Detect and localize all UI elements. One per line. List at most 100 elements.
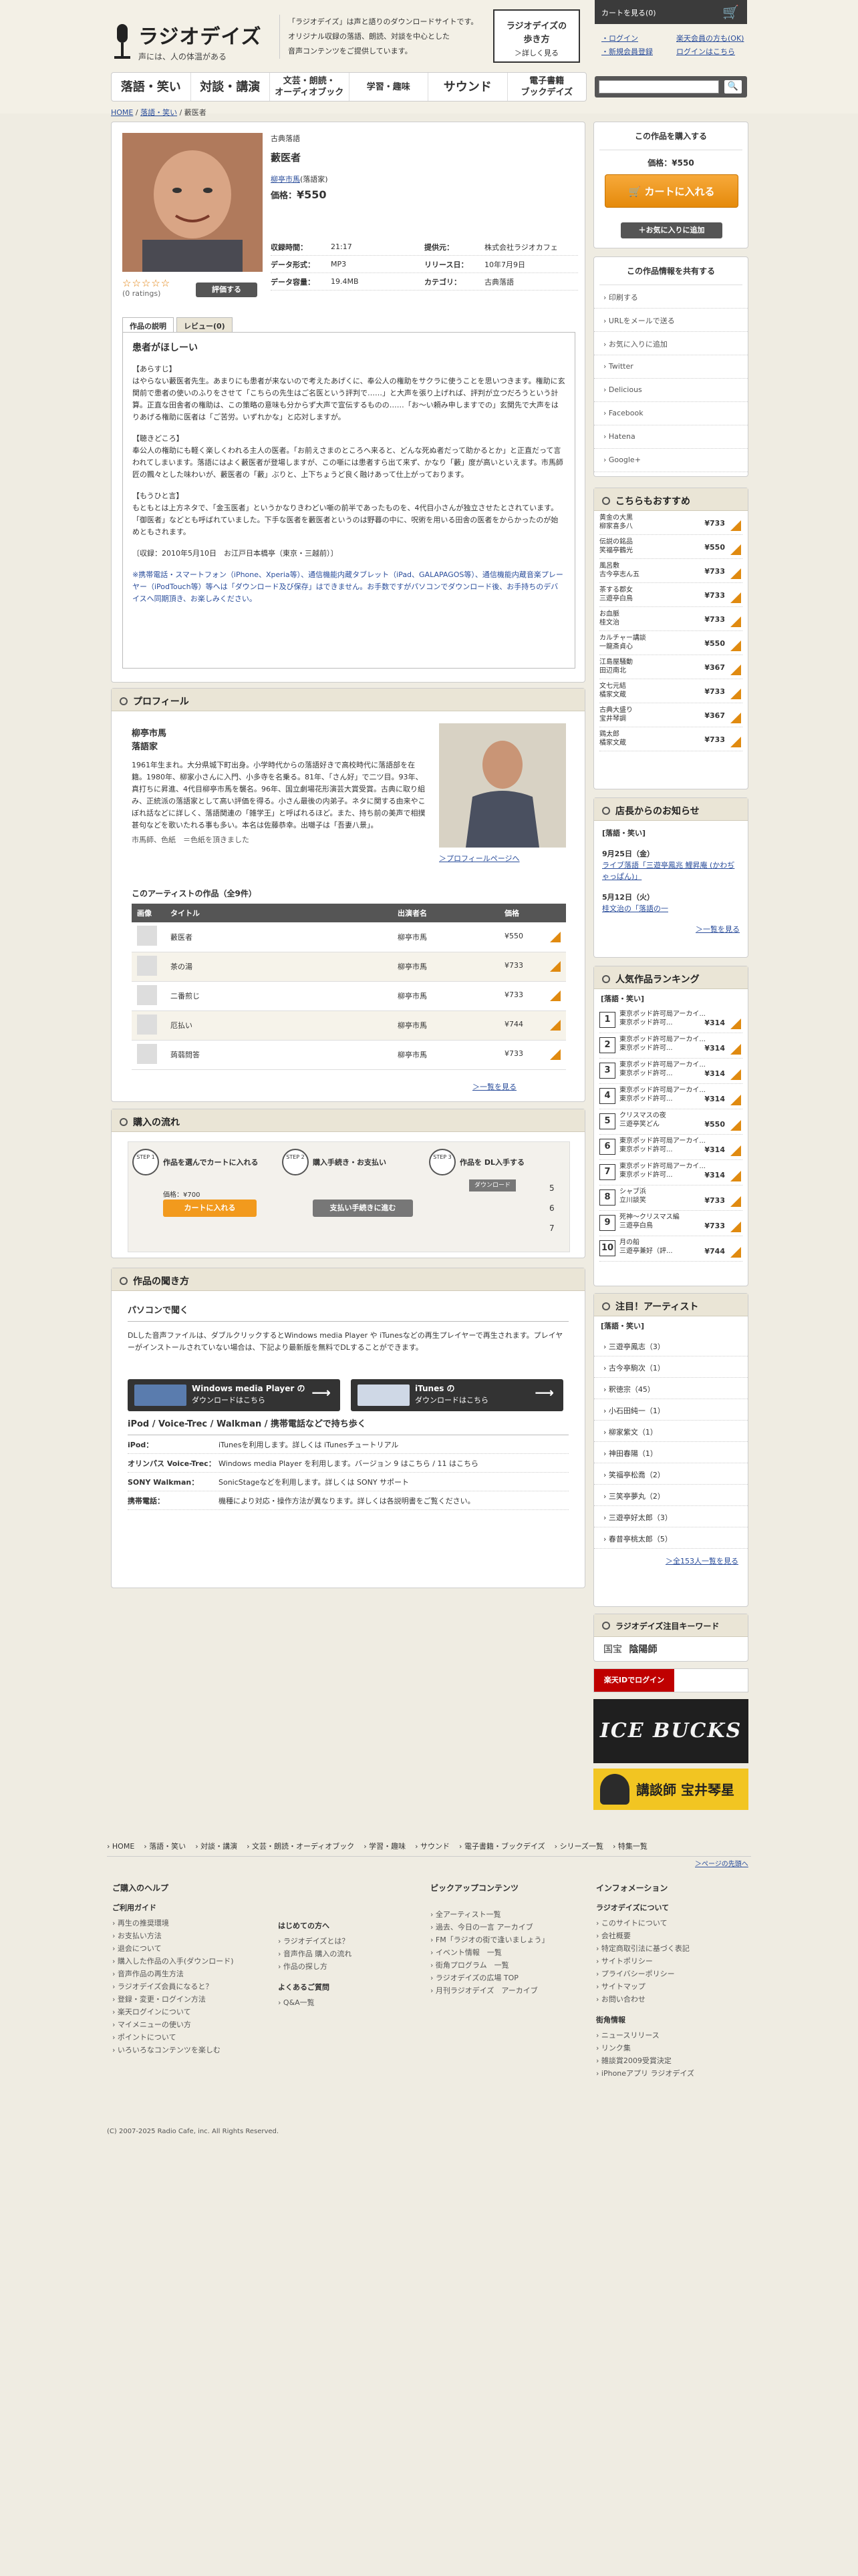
list-item[interactable]: 鶏太郎 橘家文蔵 ¥733 (599, 727, 742, 751)
footer-nav-item[interactable]: › 特集一覧 (613, 1842, 648, 1851)
nav-item[interactable]: 落語・笑い (112, 73, 191, 101)
breadcrumb-category[interactable]: 落語・笑い (140, 108, 177, 117)
work-title[interactable]: 蒟蒻問答 (165, 1040, 392, 1070)
footer-nav-item[interactable]: › 文芸・朗読・オーディオブック (247, 1842, 354, 1851)
corner-arrow-icon[interactable] (730, 1222, 741, 1232)
performer-link[interactable]: 柳亭市馬 (271, 175, 300, 184)
news-link[interactable]: ライブ落語「三遊亭鳳兆 鯉昇庵 (かわぢゃっぱん)」 (602, 861, 734, 881)
artist-item[interactable]: › 春昔亭桃太郎（5） (594, 1527, 748, 1549)
artist-item[interactable]: › 神田春陽（1） (594, 1442, 748, 1463)
corner-arrow-icon[interactable] (730, 1120, 741, 1131)
list-item[interactable]: カルチャー講談 一龍斎貞心 ¥550 (599, 631, 742, 655)
corner-arrow-icon[interactable] (550, 961, 561, 972)
nav-item[interactable]: 学習・趣味 (349, 73, 428, 101)
keyword-item[interactable]: 国宝 (603, 1644, 622, 1655)
footer-link[interactable]: › 購入した作品の入手(ダウンロード) (112, 1955, 259, 1968)
list-item[interactable]: 茶する郡女 三遊亭白鳥 ¥733 (599, 583, 742, 607)
footer-nav-item[interactable]: › サウンド (415, 1842, 450, 1851)
nav-item[interactable]: 電子書籍 ブックデイズ (508, 73, 587, 101)
footer-nav-item[interactable]: › 対談・講演 (195, 1842, 237, 1851)
corner-arrow-icon[interactable] (730, 616, 741, 627)
footer-link[interactable]: › 退会について (112, 1942, 259, 1955)
share-item[interactable]: › Twitter (594, 355, 748, 379)
corner-arrow-icon[interactable] (730, 1145, 741, 1156)
footer-link[interactable]: › ラジオデイズの広場 TOP (430, 1972, 577, 1984)
nav-item[interactable]: サウンド (428, 73, 508, 101)
table-row[interactable]: 厄払い 柳亭市馬 ¥744 (132, 1010, 566, 1041)
keyword-item[interactable]: 陰陽師 (629, 1644, 657, 1655)
list-item[interactable]: 江島屋騒動 田辺南北 ¥367 (599, 655, 742, 679)
corner-arrow-icon[interactable] (730, 1171, 741, 1181)
icebucks-banner[interactable]: ICE BUCKS (593, 1699, 748, 1763)
ranking-item[interactable]: 9 死神〜クリスマス編 三遊亭白鳥 ¥733 (599, 1211, 742, 1236)
work-title[interactable]: 二番煎じ (165, 981, 392, 1011)
corner-arrow-icon[interactable] (730, 592, 741, 603)
artist-item[interactable]: › 三遊亭好太郎（3） (594, 1506, 748, 1527)
share-item[interactable]: › Facebook (594, 402, 748, 425)
footer-link[interactable]: › 作品の探し方 (278, 1960, 412, 1973)
footer-link[interactable]: › Q&A一覧 (278, 1996, 412, 2009)
share-item[interactable]: › Hatena (594, 425, 748, 449)
login-link[interactable]: ・ログイン (601, 34, 638, 43)
corner-arrow-icon[interactable] (730, 1095, 741, 1105)
corner-arrow-icon[interactable] (730, 544, 741, 555)
artist-item[interactable]: › 笑福亭松喬（2） (594, 1463, 748, 1485)
footer-link[interactable]: › 再生の推奨環境 (112, 1917, 259, 1929)
footer-link[interactable]: › 音声作品 購入の流れ (278, 1948, 412, 1960)
share-item[interactable]: › 印刷する (594, 285, 748, 309)
footer-link[interactable]: › ラジオデイズ会員になると？ (112, 1980, 259, 1993)
footer-link[interactable]: › ニュースリリース (596, 2029, 743, 2042)
footer-link[interactable]: › いろいろなコンテンツを楽しむ (112, 2044, 259, 2056)
share-item[interactable]: › Google+ (594, 449, 748, 472)
ranking-item[interactable]: 5 クリスマスの夜 三遊亭笑どん ¥550 (599, 1109, 742, 1135)
footer-nav-item[interactable]: › シリーズ一覧 (555, 1842, 603, 1851)
footer-link[interactable]: › プライバシーポリシー (596, 1968, 743, 1980)
nav-item[interactable]: 文芸・朗読・ オーディオブック (270, 73, 349, 101)
footer-nav-item[interactable]: › 電子書籍・ブックデイズ (459, 1842, 545, 1851)
footer-link[interactable]: › 登録・変更・ログイン方法 (112, 1993, 259, 2006)
add-to-cart-button[interactable]: 🛒 カートに入れる (605, 174, 738, 208)
ranking-item[interactable]: 8 シャブ浜 立川談笑 ¥733 (599, 1185, 742, 1211)
corner-arrow-icon[interactable] (730, 713, 741, 723)
profile-page-link[interactable]: ＞プロフィールページへ (439, 854, 520, 863)
corner-arrow-icon[interactable] (730, 737, 741, 747)
corner-arrow-icon[interactable] (550, 931, 561, 942)
artist-item[interactable]: › 三遊亭鳳志（3） (594, 1335, 748, 1356)
footer-link[interactable]: › マイメニューの使い方 (112, 2018, 259, 2031)
rakuten-login-link[interactable]: ログインはこちら (676, 47, 735, 56)
tab-description[interactable]: 作品の説明 (122, 317, 174, 332)
list-item[interactable]: お血脈 桂文治 ¥733 (599, 607, 742, 631)
footer-nav-item[interactable]: › 学習・趣味 (364, 1842, 406, 1851)
site-logo[interactable]: ラジオデイズ 声には、人の体温がある (110, 15, 271, 68)
table-row[interactable]: 茶の湯 柳亭市馬 ¥733 (132, 952, 566, 982)
corner-arrow-icon[interactable] (550, 1049, 561, 1060)
cart-button[interactable]: カートを見る(0) 🛒 (595, 0, 747, 24)
artist-item[interactable]: › 釈徳宗（45） (594, 1378, 748, 1399)
ranking-item[interactable]: 7 東京ポッド許可局アーカイ... 東京ポッド許可... ¥314 (599, 1160, 742, 1185)
footer-link[interactable]: › このサイトについて (596, 1917, 743, 1929)
rakuten-ok-link[interactable]: 楽天会員の方も(OK) (676, 34, 744, 43)
corner-arrow-icon[interactable] (550, 990, 561, 1001)
corner-arrow-icon[interactable] (730, 520, 741, 531)
itunes-download-button[interactable]: iTunes の ダウンロードはこちら ⟶ (351, 1379, 563, 1411)
corner-arrow-icon[interactable] (730, 1044, 741, 1055)
corner-arrow-icon[interactable] (730, 1196, 741, 1207)
corner-arrow-icon[interactable] (550, 1020, 561, 1031)
footer-link[interactable]: › ラジオデイズとは？ (278, 1935, 412, 1948)
footer-link[interactable]: › iPhoneアプリ ラジオデイズ (596, 2067, 743, 2080)
register-link[interactable]: ・新規会員登録 (601, 47, 653, 56)
howto-guide-button[interactable]: ラジオデイズの 歩き方 ＞詳しく見る (493, 9, 580, 63)
list-item[interactable]: 黄金の大黒 柳家喜多八 ¥733 (599, 511, 742, 535)
corner-arrow-icon[interactable] (730, 1069, 741, 1080)
footer-link[interactable]: › サイトポリシー (596, 1955, 743, 1968)
work-title[interactable]: 茶の湯 (165, 952, 392, 982)
corner-arrow-icon[interactable] (730, 640, 741, 651)
footer-link[interactable]: › 街角プログラム 一覧 (430, 1959, 577, 1972)
footer-link[interactable]: › 月刊ラジオデイズ アーカイブ (430, 1984, 577, 1997)
works-more-link[interactable]: ＞一覧を見る (472, 1083, 517, 1091)
breadcrumb-home[interactable]: HOME (111, 108, 133, 117)
corner-arrow-icon[interactable] (730, 665, 741, 675)
artist-item[interactable]: › 三笑亭夢丸（2） (594, 1485, 748, 1506)
news-more-link[interactable]: ＞一覧を見る (696, 925, 740, 934)
add-favorite-button[interactable]: ＋お気に入りに追加 (621, 222, 722, 238)
